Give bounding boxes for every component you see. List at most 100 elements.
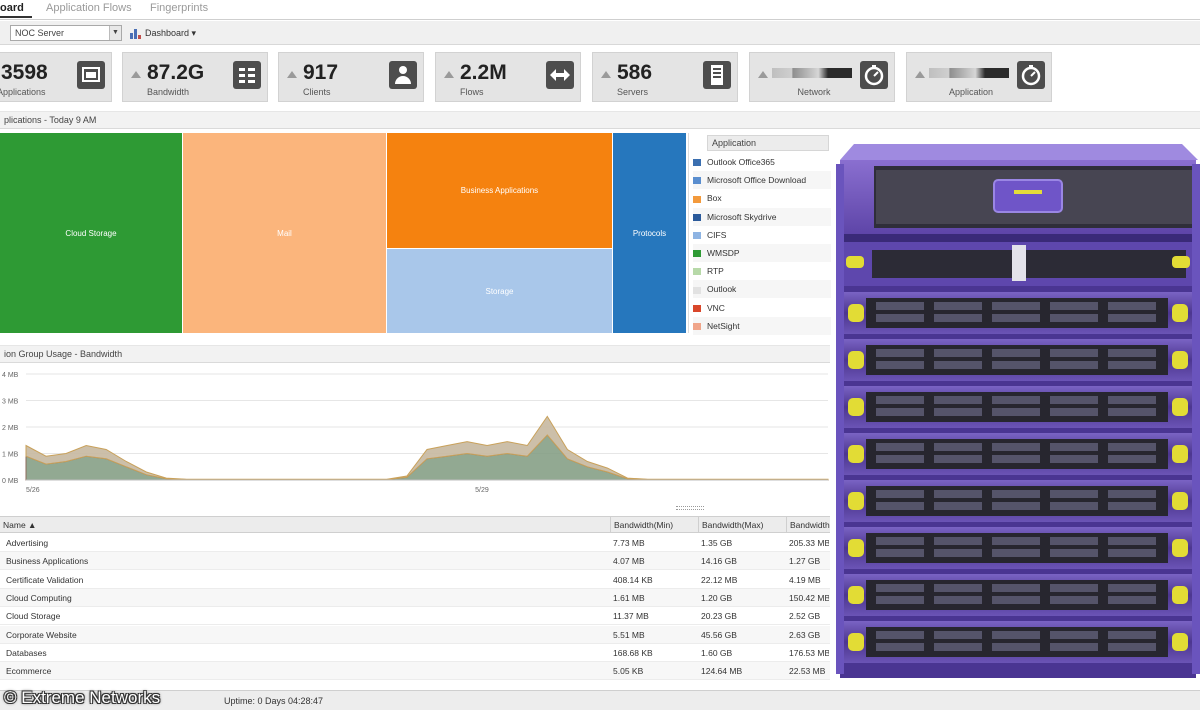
table-header: Name ▲ Bandwidth(Min) Bandwidth(Max) Ban… (0, 516, 830, 533)
legend-swatch-icon (693, 177, 701, 185)
tab-dashboard[interactable]: oard (0, 0, 32, 18)
legend-item-label: Microsoft Office Download (707, 175, 807, 186)
treemap-cell-business-applications[interactable]: Business Applications (387, 133, 612, 248)
stopwatch-icon (860, 61, 888, 89)
table-cell: 5.51 MB (613, 629, 645, 640)
kpi-application[interactable]: Application (906, 52, 1052, 102)
table-cell: Advertising (6, 538, 49, 548)
treemap-cell-cloud-storage[interactable]: Cloud Storage (0, 133, 182, 333)
table-row[interactable]: Ecommerce 5.05 KB 124.64 MB 22.53 MB (0, 662, 830, 681)
table-cell: 14.16 GB (701, 556, 737, 567)
dashboard-button-label: Dashboard ▾ (145, 28, 197, 38)
table-row[interactable]: Cloud Computing 1.61 MB 1.20 GB 150.42 MB (0, 588, 830, 607)
user-icon (389, 61, 417, 89)
x-tick-label: 5/29 (475, 487, 489, 494)
table-cell: 1.60 GB (701, 647, 733, 658)
table-cell: 4.19 MB (789, 574, 821, 585)
kpi-applications[interactable]: 3598 Applications (0, 52, 112, 102)
bar-chart-icon (130, 28, 142, 39)
table-row[interactable]: Cloud Storage 11.37 MB 20.23 GB 2.52 GB (0, 607, 830, 626)
table-body: Advertising 7.73 MB 1.35 GB 205.33 MB Busine… (0, 534, 830, 684)
x-tick-label: 5/26 (26, 487, 40, 494)
toolbar: NOC Server ▼ Dashboard ▾ (0, 21, 1200, 45)
legend-swatch-icon (693, 268, 701, 276)
kpi-label: Network (797, 87, 831, 97)
trend-up-icon (601, 71, 611, 78)
table-cell: Cloud Computing (6, 592, 72, 603)
table-cell: 2.52 GB (789, 611, 821, 622)
table-cell: 7.73 MB (613, 538, 645, 548)
column-header-bandwidth-max[interactable]: Bandwidth(Max) (698, 517, 786, 533)
table-row[interactable]: Certificate Validation 408.14 KB 22.12 MB 4… (0, 571, 830, 589)
kpi-clients[interactable]: 917 Clients (278, 52, 424, 102)
treemap-cell-protocols[interactable]: Protocols (613, 133, 686, 333)
table-cell: Corporate Website (6, 629, 77, 640)
column-header-bandwidth[interactable]: Bandwidth (786, 517, 830, 533)
table-cell: 22.12 MB (701, 574, 738, 585)
table-cell: 1.27 GB (789, 556, 821, 567)
treemap-cell-mail[interactable]: Mail (183, 133, 386, 333)
resize-handle[interactable] (676, 506, 704, 510)
legend-swatch-icon (693, 159, 701, 167)
table-cell: 150.42 MB (789, 592, 829, 603)
table-cell: 22.53 MB (789, 666, 826, 677)
tab-application-flows[interactable]: Application Flows (46, 0, 138, 18)
site-select[interactable]: NOC Server ▼ (10, 25, 122, 41)
legend-item[interactable]: RTP (693, 262, 831, 280)
legend-item[interactable]: Microsoft Skydrive (693, 207, 831, 226)
application-legend: Application Outlook Office365 Microsoft O… (688, 133, 831, 335)
dashboard-button[interactable]: Dashboard ▾ (130, 26, 196, 40)
legend-item-label: WMSDP (707, 248, 740, 258)
network-gauge (772, 68, 852, 78)
table-cell: 5.05 KB (613, 666, 644, 677)
legend-item[interactable]: Microsoft Office Download (693, 171, 831, 190)
kpi-label: Applications (0, 87, 46, 97)
y-tick-label: 4 MB (2, 372, 19, 379)
chevron-down-icon[interactable]: ▼ (109, 26, 121, 40)
column-header-bandwidth-min[interactable]: Bandwidth(Min) (610, 517, 698, 533)
treemap-cell-storage[interactable]: Storage (387, 249, 612, 333)
legend-item[interactable]: NetSight (693, 316, 831, 335)
table-row[interactable]: Databases 168.68 KB 1.60 GB 176.53 MB (0, 644, 830, 662)
table-cell: 20.23 GB (701, 611, 737, 622)
kpi-value: 87.2G (147, 61, 205, 84)
legend-item[interactable]: Box (693, 189, 831, 207)
treemap-cell-label: Mail (277, 228, 292, 238)
server-icon (703, 61, 731, 89)
column-header-name[interactable]: Name ▲ (0, 517, 610, 533)
legend-item[interactable]: Outlook (693, 280, 831, 299)
treemap-header: plications - Today 9 AM (0, 111, 1200, 129)
legend-swatch-icon (693, 250, 701, 258)
table-cell: 1.61 MB (613, 592, 645, 603)
table-cell: 1.20 GB (701, 592, 733, 603)
kpi-servers[interactable]: 586 Servers (592, 52, 738, 102)
table-row[interactable]: Business Applications 4.07 MB 14.16 GB 1.27… (0, 552, 830, 571)
stopwatch-icon (1017, 61, 1045, 89)
kpi-label: Application (948, 87, 994, 97)
legend-item[interactable]: CIFS (693, 226, 831, 244)
tab-fingerprints[interactable]: Fingerprints (150, 0, 214, 18)
table-cell: Cloud Storage (6, 611, 61, 622)
legend-item[interactable]: WMSDP (693, 244, 831, 262)
table-row[interactable]: Corporate Website 5.51 MB 45.56 GB 2.63 GB (0, 625, 830, 644)
legend-swatch-icon (693, 304, 701, 312)
trend-up-icon (131, 71, 141, 78)
table-row[interactable]: Advertising 7.73 MB 1.35 GB 205.33 MB (0, 534, 830, 552)
kpi-label: Flows (460, 87, 484, 97)
kpi-value: 917 (303, 61, 339, 84)
kpi-label: Servers (617, 87, 649, 97)
kpi-flows[interactable]: 2.2M Flows (435, 52, 581, 102)
treemap-cell-label: Storage (485, 286, 514, 296)
trend-up-icon (915, 71, 925, 78)
kpi-bandwidth[interactable]: 87.2G Bandwidth (122, 52, 268, 102)
kpi-value: 586 (617, 61, 653, 84)
y-tick-label: 0 MB (2, 478, 19, 485)
table-cell: 168.68 KB (613, 647, 653, 658)
top-tab-bar: oard Application Flows Fingerprints (0, 0, 1200, 20)
table-cell: 124.64 MB (701, 666, 743, 677)
legend-item[interactable]: VNC (693, 299, 831, 317)
kpi-network[interactable]: Network (749, 52, 895, 102)
legend-item[interactable]: Outlook Office365 (693, 153, 831, 171)
legend-item-label: Outlook (707, 284, 737, 295)
trend-up-icon (444, 71, 454, 78)
